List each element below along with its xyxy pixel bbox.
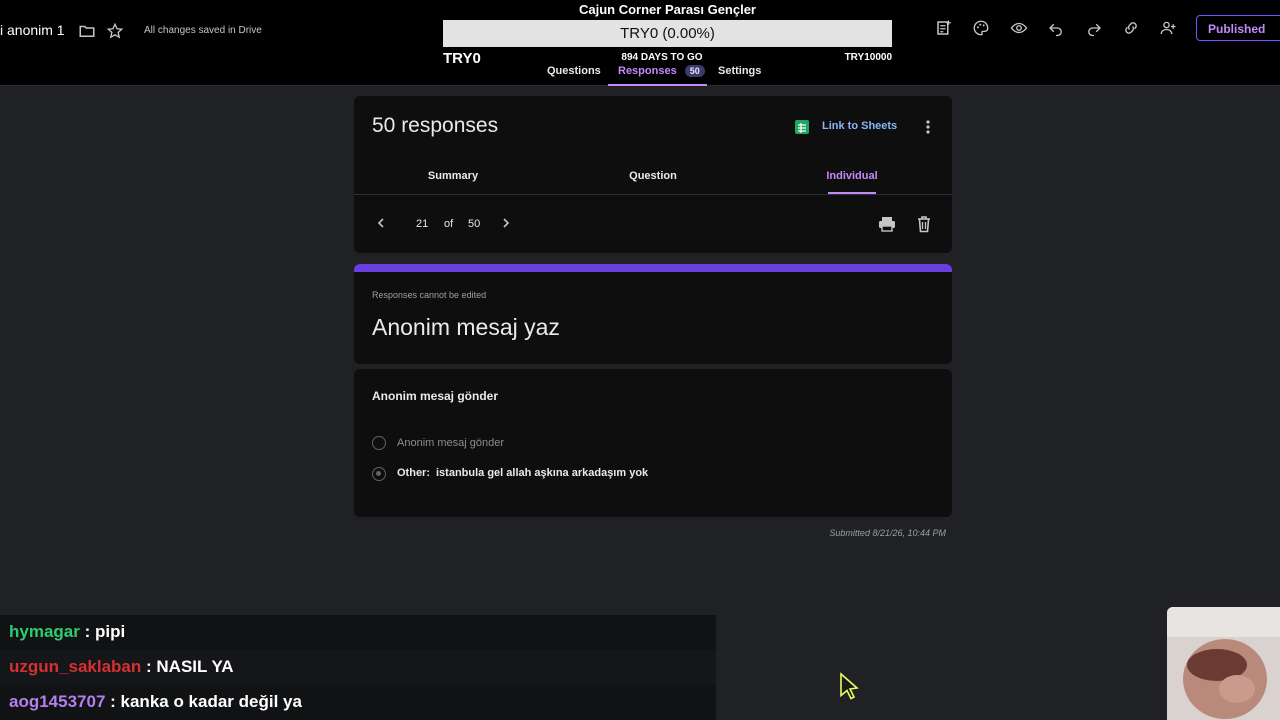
responses-header-card: 50 responses Link to Sheets Summary Ques… [354, 96, 952, 253]
goal-start-amount: TRY0 [443, 50, 481, 67]
responses-locked-note: Responses cannot be edited [372, 290, 487, 300]
nav-of-label: of [444, 218, 454, 230]
goal-days-left: 894 DAYS TO GO [621, 52, 703, 63]
current-response-number[interactable]: 21 [416, 218, 428, 230]
tab-questions[interactable]: Questions [547, 65, 601, 77]
goal-target-amount: TRY10000 [844, 52, 892, 63]
palette-icon[interactable] [972, 19, 990, 37]
chat-text: : pipi [84, 622, 126, 641]
chat-username: aog1453707 [9, 692, 106, 711]
subtab-question[interactable]: Question [603, 170, 703, 182]
total-responses-number: 50 [468, 218, 481, 230]
goal-progress-text: TRY0 (0.00%) [620, 25, 715, 42]
subtab-summary[interactable]: Summary [403, 170, 503, 182]
mouse-cursor-icon [840, 672, 859, 700]
other-answer-value: istanbula gel allah aşkına arkadaşım yok [436, 467, 649, 479]
folder-icon[interactable] [78, 22, 96, 40]
form-title-card: Responses cannot be edited Anonim mesaj … [354, 264, 952, 364]
trash-icon[interactable] [916, 215, 932, 233]
add-person-icon[interactable] [1159, 19, 1177, 37]
tab-responses-label: Responses [618, 65, 677, 77]
chevron-right-icon[interactable] [499, 216, 513, 230]
more-vert-icon[interactable] [922, 118, 934, 136]
submitted-timestamp: Submitted 8/21/26, 10:44 PM [829, 528, 946, 538]
responses-count: 50 responses [372, 114, 499, 137]
goal-title: Cajun Corner Parası Gençler [578, 2, 756, 17]
chat-message: aog1453707 : kanka o kadar değil ya [0, 685, 716, 720]
published-label: Published [1208, 22, 1266, 36]
option-1-label: Anonim mesaj gönder [397, 437, 505, 449]
link-to-sheets-button[interactable]: Link to Sheets [822, 120, 897, 132]
goal-progress-bar: TRY0 (0.00%) [443, 20, 892, 47]
undo-icon[interactable] [1047, 19, 1065, 37]
question-card: Anonim mesaj gönder Anonim mesaj gönder … [354, 369, 952, 517]
document-title[interactable]: i anonim 1 [0, 22, 65, 38]
eye-icon[interactable] [1010, 19, 1028, 37]
chat-username: uzgun_saklaban [9, 657, 142, 676]
radio-option-1 [372, 436, 386, 450]
subtab-individual[interactable]: Individual [802, 170, 902, 182]
chat-overlay: hymagar : pipi uzgun_saklaban : NASIL YA… [0, 615, 716, 720]
chat-message: uzgun_saklaban : NASIL YA [0, 650, 716, 685]
webcam-overlay [1167, 607, 1280, 720]
webcam-face-image [1167, 607, 1280, 720]
question-title: Anonim mesaj gönder [372, 389, 499, 403]
chat-text: : kanka o kadar değil ya [110, 692, 302, 711]
sheets-icon[interactable] [795, 120, 809, 134]
active-tab-indicator [608, 84, 707, 86]
star-icon[interactable] [106, 22, 124, 40]
tab-settings[interactable]: Settings [718, 65, 761, 77]
divider [354, 194, 952, 195]
link-icon[interactable] [1122, 19, 1140, 37]
radio-option-other [372, 467, 386, 481]
chevron-left-icon[interactable] [374, 216, 388, 230]
customize-icon[interactable] [935, 19, 953, 37]
form-title: Anonim mesaj yaz [372, 314, 560, 340]
chat-username: hymagar [9, 622, 80, 641]
published-button[interactable]: Published [1196, 15, 1280, 41]
print-icon[interactable] [878, 215, 896, 233]
chat-text: : NASIL YA [146, 657, 234, 676]
other-label: Other: [397, 467, 430, 479]
redo-icon[interactable] [1085, 19, 1103, 37]
chat-message: hymagar : pipi [0, 615, 716, 650]
tab-responses[interactable]: Responses 50 [618, 65, 705, 77]
save-status: All changes saved in Drive [144, 25, 262, 36]
top-bar: i anonim 1 All changes saved in Drive Ca… [0, 0, 1280, 86]
responses-count-badge: 50 [684, 65, 705, 77]
